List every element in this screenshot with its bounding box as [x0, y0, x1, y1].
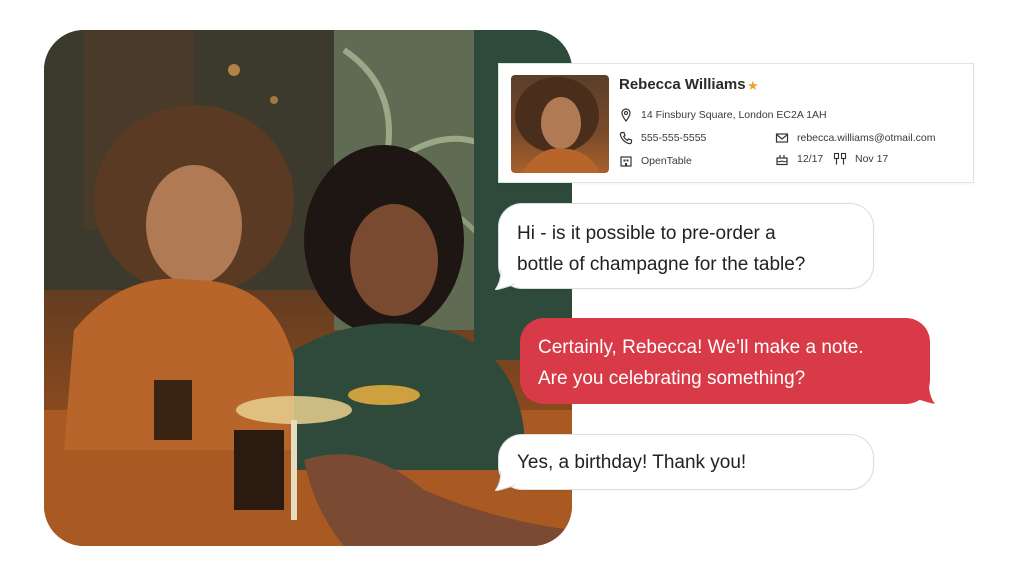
contact-visit: Nov 17 [855, 153, 889, 165]
message-bubble-incoming: Yes, a birthday! Thank you! [495, 434, 874, 491]
building-icon [619, 154, 633, 168]
message-line: Yes, a birthday! Thank you! [517, 452, 747, 473]
bubble-tail [495, 467, 516, 491]
contact-name: Rebecca Williams [619, 76, 746, 93]
contact-visit-row: Nov 17 [833, 152, 888, 166]
contact-card[interactable]: Rebecca Williams ★ 14 Finsbury Square, L… [498, 63, 974, 183]
message-line: Hi - is it possible to pre-order a [517, 223, 776, 244]
email-icon [775, 131, 789, 145]
message-bubble-incoming: Hi - is it possible to pre-order a bottl… [495, 203, 874, 290]
star-icon: ★ [747, 78, 759, 93]
contact-source: OpenTable [641, 155, 692, 167]
contact-address-row: 14 Finsbury Square, London EC2A 1AH [619, 108, 827, 122]
message-line: Certainly, Rebecca! We’ll make a note. [538, 337, 864, 358]
phone-icon [619, 131, 633, 145]
contact-email[interactable]: rebecca.williams@otmail.com [797, 132, 935, 144]
contact-birthday-row: 12/17 [775, 152, 823, 166]
restaurant-photo [44, 30, 572, 546]
dining-icon [833, 152, 847, 166]
contact-birthday: 12/17 [797, 153, 824, 165]
contact-email-row[interactable]: rebecca.williams@otmail.com [775, 131, 935, 145]
contact-address: 14 Finsbury Square, London EC2A 1AH [641, 109, 827, 121]
contact-phone[interactable]: 555-555-5555 [641, 132, 706, 144]
contact-source-row: OpenTable [619, 154, 692, 168]
message-line: bottle of champagne for the table? [517, 254, 806, 275]
message-bubble-outgoing: Certainly, Rebecca! We’ll make a note. A… [520, 318, 935, 404]
contact-phone-row[interactable]: 555-555-5555 [619, 131, 706, 145]
bubble-tail [915, 380, 935, 404]
location-pin-icon [619, 108, 633, 122]
avatar [511, 75, 609, 173]
message-line: Are you celebrating something? [538, 368, 806, 389]
cake-icon [775, 152, 789, 166]
bubble-tail [495, 266, 516, 290]
